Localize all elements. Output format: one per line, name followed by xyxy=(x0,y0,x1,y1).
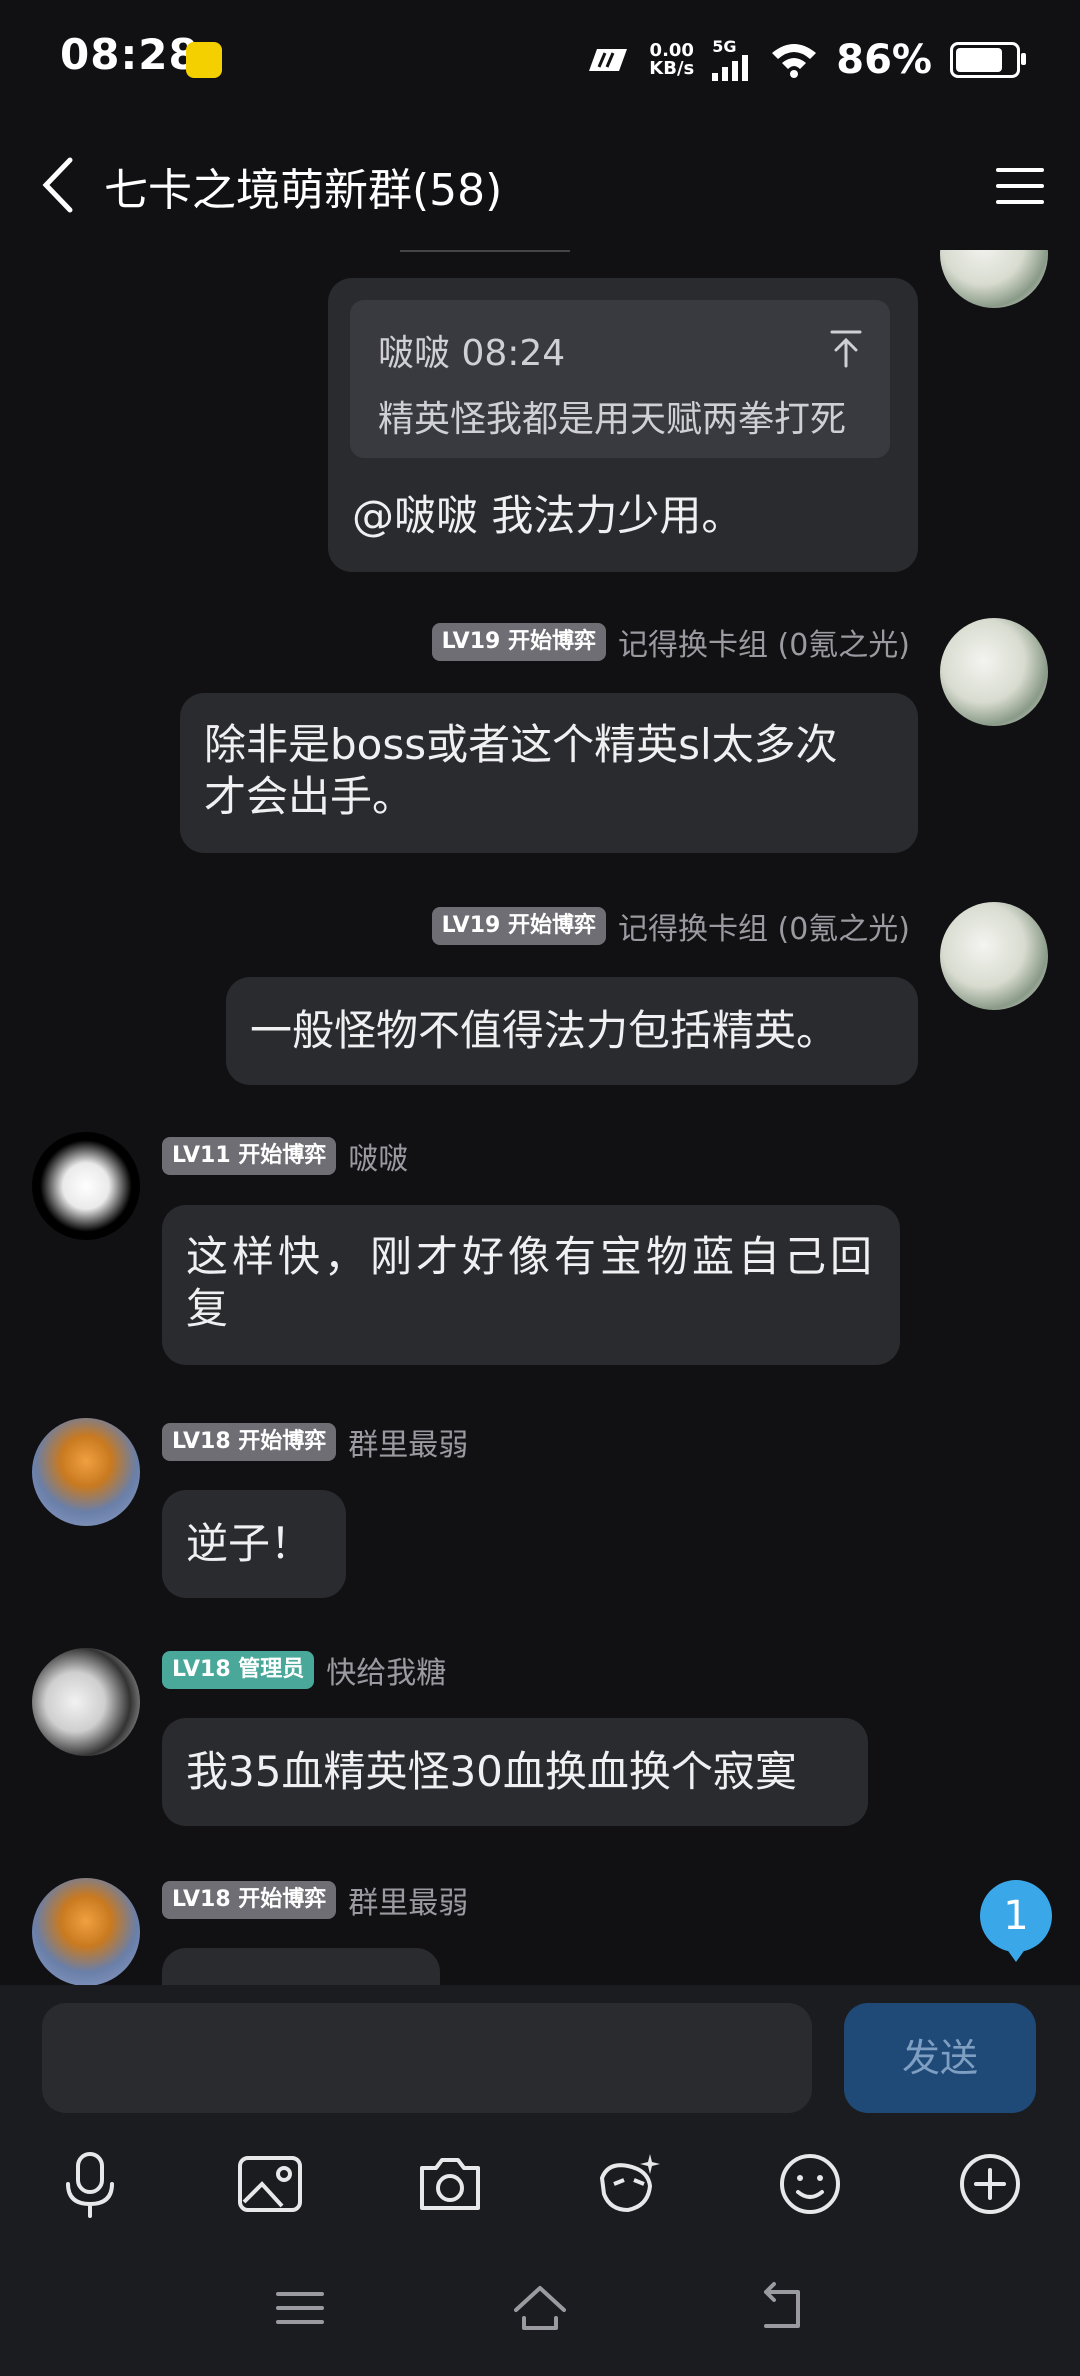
jump-to-top-icon[interactable] xyxy=(828,328,864,368)
message-bubble[interactable]: 除非是boss或者这个精英sl太多次 才会出手。 xyxy=(180,693,918,853)
message-text-line: 复 xyxy=(186,1284,233,1333)
emoji-button[interactable] xyxy=(770,2144,850,2224)
chevron-left-icon xyxy=(42,157,73,213)
system-nav-bar xyxy=(0,2240,1080,2376)
plus-icon xyxy=(960,2154,1020,2214)
message-text-line: 才会出手。 xyxy=(204,772,415,821)
nav-home-button[interactable] xyxy=(510,2278,570,2338)
message-input[interactable] xyxy=(42,2003,812,2113)
admin-badge: LV18 管理员 xyxy=(162,1651,315,1689)
menu-icon xyxy=(276,2292,324,2324)
quoted-message[interactable]: 啵啵 08:24 精英怪我都是用天赋两拳打死 xyxy=(350,300,890,458)
input-toolbar xyxy=(0,2130,1080,2240)
battery-percent: 86% xyxy=(836,37,932,83)
nav-back-button[interactable] xyxy=(750,2278,810,2338)
avatar[interactable] xyxy=(32,1418,140,1526)
level-badge: LV19 开始博弈 xyxy=(431,907,606,945)
status-bar: 08:28 0.00 KB/s 5G 86% xyxy=(0,0,1080,120)
sender-name: 群里最弱 xyxy=(348,1886,469,1921)
avatar[interactable] xyxy=(940,250,1048,308)
message-bubble[interactable]: 一般怪物不值得法力包括精英。 xyxy=(226,977,918,1085)
message-text: 一般怪物不值得法力包括精英。 xyxy=(250,1006,839,1055)
avatar[interactable] xyxy=(940,902,1048,1010)
avatar[interactable] xyxy=(940,618,1048,726)
message-text-line: 这样快，刚才好像有宝物蓝自己回 xyxy=(186,1232,877,1281)
unread-count-badge[interactable]: 1 xyxy=(980,1880,1052,1962)
message-bubble[interactable]: 啵啵 08:24 精英怪我都是用天赋两拳打死 @啵啵 我法力少用。 xyxy=(328,278,918,572)
message-list[interactable]: 啵啵 08:24 精英怪我都是用天赋两拳打死 @啵啵 我法力少用。 LV19 开… xyxy=(0,250,1080,1985)
sticker-icon xyxy=(599,2154,660,2213)
back-button[interactable] xyxy=(30,150,90,220)
sender-meta: LV11 开始博弈 啵啵 xyxy=(162,1136,409,1177)
status-right: 0.00 KB/s 5G 86% xyxy=(587,30,1026,90)
image-icon xyxy=(238,2156,302,2212)
message-text: 逆子！ xyxy=(186,1519,313,1568)
input-bar: 发送 xyxy=(0,1985,1080,2130)
send-button[interactable]: 发送 xyxy=(844,2003,1036,2113)
back-icon xyxy=(764,2282,800,2328)
sender-name: 快给我糖 xyxy=(326,1656,447,1691)
wifi-icon xyxy=(772,44,817,78)
camera-icon xyxy=(420,2158,480,2210)
sender-meta: LV19 开始博弈 记得换卡组 (0氪之光) xyxy=(431,906,910,947)
quote-author-time: 啵啵 08:24 xyxy=(378,333,566,374)
network-speed-unit: KB/s xyxy=(649,58,695,79)
avatar[interactable] xyxy=(32,1132,140,1240)
level-badge: LV11 开始博弈 xyxy=(162,1137,337,1175)
message-bubble[interactable]: 逆子！ xyxy=(162,1490,346,1598)
network-type: 5G xyxy=(712,37,737,56)
sender-name: 啵啵 xyxy=(348,1142,409,1177)
signal-icon xyxy=(712,55,749,81)
cell-signal: 5G xyxy=(712,39,752,81)
battery-icon xyxy=(950,42,1026,78)
chat-title: 七卡之境萌新群(58) xyxy=(104,165,503,216)
level-badge: LV18 开始博弈 xyxy=(162,1423,337,1461)
level-badge: LV19 开始博弈 xyxy=(431,623,606,661)
sender-meta: LV18 开始博弈 群里最弱 xyxy=(162,1880,469,1921)
level-badge: LV18 开始博弈 xyxy=(162,1881,337,1919)
more-button[interactable] xyxy=(950,2144,1030,2224)
message-text-line: 除非是boss或者这个精英sl太多次 xyxy=(204,720,838,769)
status-time: 08:28 xyxy=(60,30,199,79)
microphone-icon xyxy=(66,2152,114,2218)
hamburger-icon xyxy=(996,168,1044,204)
chat-header: 七卡之境萌新群(58) xyxy=(0,120,1080,250)
camera-button[interactable] xyxy=(410,2144,490,2224)
message-bubble[interactable] xyxy=(162,1948,440,1985)
network-speed: 0.00 KB/s xyxy=(649,42,694,78)
sender-name: 记得换卡组 (0氪之光) xyxy=(617,912,910,947)
avatar[interactable] xyxy=(32,1648,140,1756)
quote-text: 精英怪我都是用天赋两拳打死 xyxy=(378,399,847,440)
app-notification-icon xyxy=(186,42,222,78)
message-bubble[interactable]: 这样快，刚才好像有宝物蓝自己回 复 xyxy=(162,1205,900,1365)
sender-meta: LV18 开始博弈 群里最弱 xyxy=(162,1422,469,1463)
message-text: @啵啵 我法力少用。 xyxy=(352,491,744,540)
sender-name: 记得换卡组 (0氪之光) xyxy=(617,628,910,663)
sender-meta: LV19 开始博弈 记得换卡组 (0氪之光) xyxy=(431,622,910,663)
nav-menu-button[interactable] xyxy=(270,2278,330,2338)
divider xyxy=(400,250,570,252)
sender-name: 群里最弱 xyxy=(348,1428,469,1463)
data-saver-icon xyxy=(589,49,628,71)
sender-meta: LV18 管理员 快给我糖 xyxy=(162,1650,447,1691)
voice-button[interactable] xyxy=(50,2144,130,2224)
avatar[interactable] xyxy=(32,1878,140,1985)
message-bubble[interactable]: 我35血精英怪30血换血换个寂寞 xyxy=(162,1718,868,1826)
home-icon xyxy=(514,2286,566,2330)
emoji-icon xyxy=(780,2154,840,2214)
image-button[interactable] xyxy=(230,2144,310,2224)
chat-menu-button[interactable] xyxy=(990,156,1050,216)
sticker-button[interactable] xyxy=(588,2144,668,2224)
message-text: 我35血精英怪30血换血换个寂寞 xyxy=(186,1747,797,1796)
